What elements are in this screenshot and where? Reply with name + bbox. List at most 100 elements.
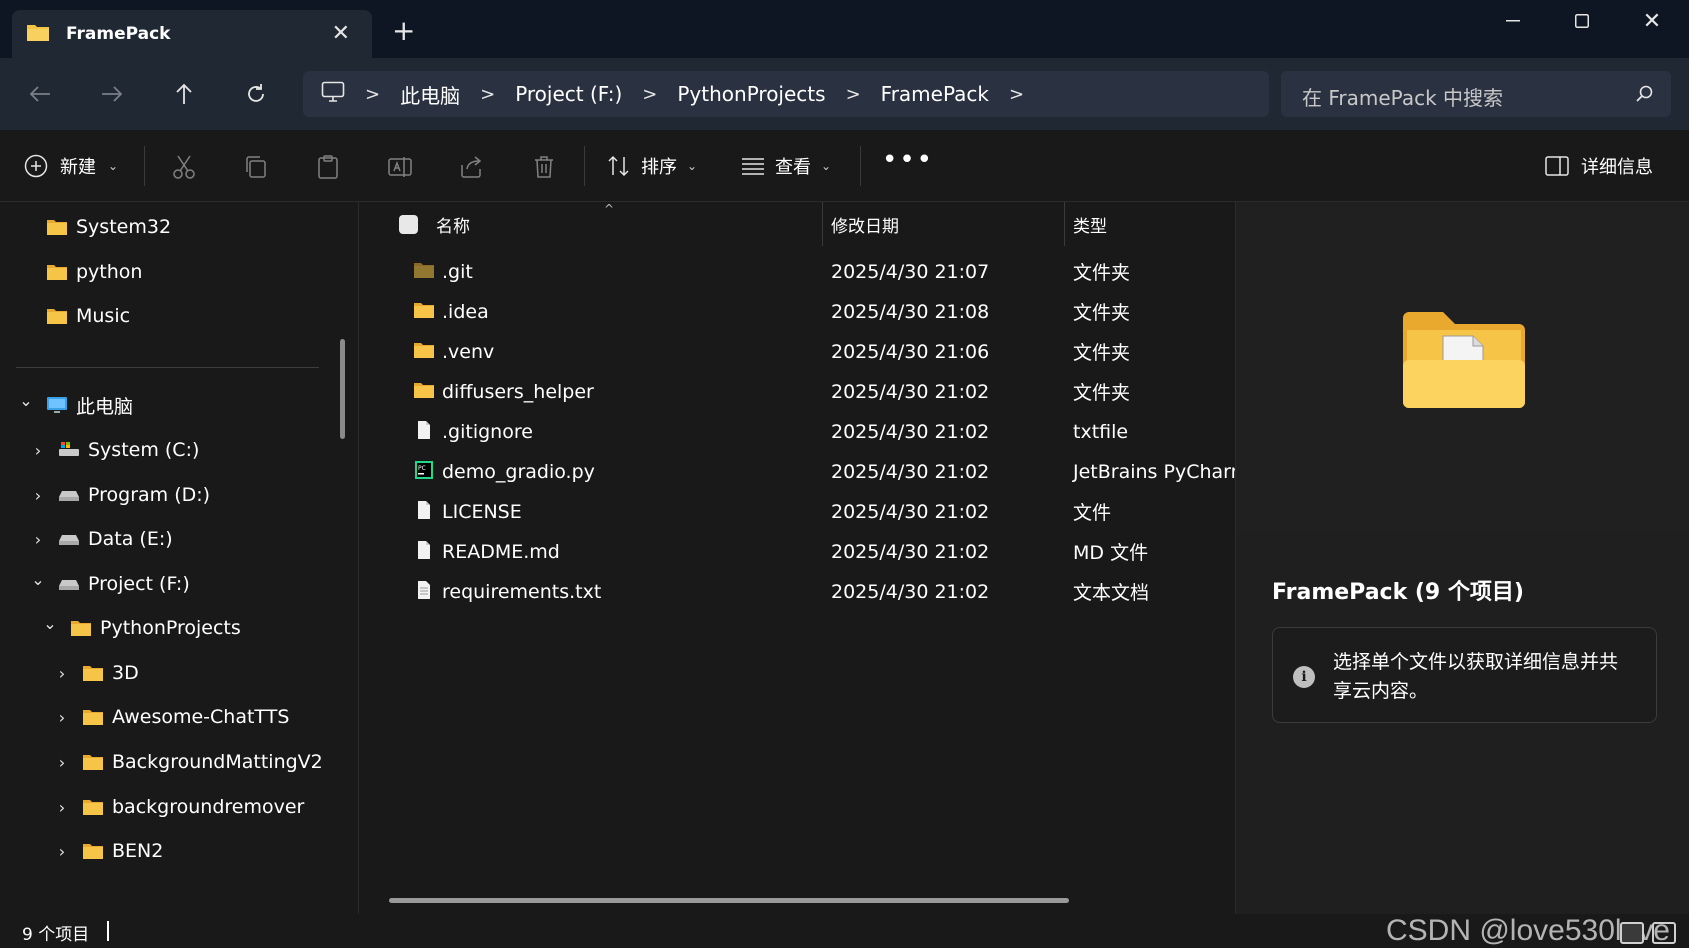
item-count: 9 个项目: [22, 925, 90, 945]
column-header-name[interactable]: 名称: [436, 212, 470, 237]
sidebar-item[interactable]: ⌄ Project (F:): [28, 564, 189, 604]
breadcrumb-separator[interactable]: >: [642, 84, 657, 105]
paste-icon[interactable]: [315, 154, 341, 180]
sidebar-item-label: BEN2: [112, 840, 164, 862]
maximize-icon: [1575, 14, 1589, 28]
computer-icon[interactable]: [321, 81, 345, 107]
new-tab-button[interactable]: +: [392, 16, 415, 46]
sidebar-item[interactable]: System32: [46, 207, 171, 247]
back-button[interactable]: [20, 74, 60, 114]
delete-icon[interactable]: [531, 154, 557, 180]
sidebar-item[interactable]: › BEN2: [52, 831, 164, 871]
sidebar-item[interactable]: › backgroundremover: [52, 787, 305, 827]
cell-name: requirements.txt: [442, 580, 602, 603]
table-row[interactable]: .git 2025/4/30 21:07 文件夹: [359, 250, 1236, 293]
maximize-button[interactable]: [1557, 6, 1607, 36]
view-button[interactable]: 查看 ⌄: [741, 150, 831, 182]
sidebar-item[interactable]: › Program (D:): [28, 475, 210, 515]
sidebar-item[interactable]: python: [46, 252, 142, 292]
sort-button[interactable]: 排序 ⌄: [607, 150, 697, 182]
sidebar-item[interactable]: › Awesome-ChatTTS: [52, 697, 290, 737]
horizontal-scrollbar[interactable]: [389, 898, 1069, 903]
chevron-down-icon[interactable]: ⌄: [40, 614, 60, 633]
breadcrumb-separator[interactable]: >: [1009, 84, 1024, 105]
chevron-down-icon[interactable]: ⌄: [28, 570, 48, 589]
table-row[interactable]: LICENSE 2025/4/30 21:02 文件: [359, 490, 1236, 533]
chevron-right-icon[interactable]: ›: [52, 708, 72, 727]
column-separator[interactable]: [822, 202, 823, 246]
table-row[interactable]: requirements.txt 2025/4/30 21:02 文本文档: [359, 570, 1236, 613]
folder-icon: [414, 343, 434, 358]
table-row[interactable]: .gitignore 2025/4/30 21:02 txtfile: [359, 410, 1236, 453]
folder-icon: [413, 380, 435, 404]
cut-icon[interactable]: [171, 154, 197, 180]
new-button[interactable]: 新建 ⌄: [24, 150, 118, 182]
details-view-toggle[interactable]: [1620, 922, 1644, 944]
copy-icon[interactable]: [243, 154, 269, 180]
sidebar-item[interactable]: ⌄ 此电脑: [16, 385, 133, 425]
minimize-button[interactable]: [1488, 6, 1538, 36]
select-all-checkbox[interactable]: [399, 215, 418, 234]
column-separator[interactable]: [1064, 202, 1065, 246]
search-icon[interactable]: [1635, 84, 1655, 108]
breadcrumb-separator[interactable]: >: [480, 84, 495, 105]
sidebar-item[interactable]: › BackgroundMattingV2: [52, 742, 323, 782]
table-row[interactable]: diffusers_helper 2025/4/30 21:02 文件夹: [359, 370, 1236, 413]
table-row[interactable]: README.md 2025/4/30 21:02 MD 文件: [359, 530, 1236, 573]
cell-name: .idea: [442, 300, 489, 323]
close-window-button[interactable]: ✕: [1627, 6, 1677, 36]
address-bar[interactable]: > 此电脑 > Project (F:) > PythonProjects > …: [303, 71, 1269, 117]
chevron-right-icon[interactable]: ›: [28, 441, 48, 460]
chevron-right-icon[interactable]: ›: [28, 530, 48, 549]
cell-type: 文件夹: [1073, 302, 1131, 324]
breadcrumb-separator[interactable]: >: [365, 84, 380, 105]
sidebar-item[interactable]: › Data (E:): [28, 519, 173, 559]
breadcrumb-this-pc[interactable]: 此电脑: [400, 80, 460, 109]
column-header-date[interactable]: 修改日期: [831, 212, 899, 237]
sort-ascending-icon: ^: [604, 202, 615, 216]
breadcrumb-project-f[interactable]: Project (F:): [515, 82, 622, 106]
chevron-right-icon[interactable]: ›: [52, 753, 72, 772]
sidebar-item[interactable]: ⌄ PythonProjects: [40, 608, 241, 648]
sidebar-item-label: PythonProjects: [100, 617, 241, 639]
table-row[interactable]: .venv 2025/4/30 21:06 文件夹: [359, 330, 1236, 373]
sidebar-scrollbar[interactable]: [340, 339, 345, 439]
up-button[interactable]: [164, 74, 204, 114]
chevron-right-icon[interactable]: ›: [28, 486, 48, 505]
table-row[interactable]: PC demo_gradio.py 2025/4/30 21:02 JetBrains…: [359, 450, 1249, 493]
sidebar-item-label: Program (D:): [88, 484, 211, 506]
share-icon[interactable]: [459, 154, 485, 180]
breadcrumb-pythonprojects[interactable]: PythonProjects: [677, 82, 825, 106]
cell-date: 2025/4/30 21:02: [831, 460, 990, 483]
sidebar-item-label: BackgroundMattingV2: [112, 751, 323, 773]
chevron-down-icon: ⌄: [687, 159, 698, 173]
breadcrumb-separator[interactable]: >: [846, 84, 861, 105]
cell-name: README.md: [442, 540, 560, 563]
close-icon[interactable]: ✕: [332, 20, 350, 48]
tiles-view-toggle[interactable]: [1652, 922, 1676, 944]
sidebar-item[interactable]: › System (C:): [28, 430, 200, 470]
system-drive-icon: [59, 442, 79, 456]
chevron-down-icon[interactable]: ⌄: [16, 391, 36, 410]
sidebar-item[interactable]: › 3D: [52, 653, 139, 693]
rename-icon[interactable]: [387, 154, 413, 180]
command-divider: [860, 146, 861, 186]
search-placeholder: 在 FramePack 中搜索: [1302, 86, 1504, 110]
details-pane-label: 详细信息: [1581, 157, 1653, 178]
chevron-right-icon[interactable]: ›: [52, 664, 72, 683]
table-row[interactable]: .idea 2025/4/30 21:08 文件夹: [359, 290, 1236, 333]
column-header-type[interactable]: 类型: [1073, 212, 1107, 237]
search-input[interactable]: 在 FramePack 中搜索: [1281, 71, 1671, 117]
folder-icon: [47, 265, 67, 280]
column-header-row: 名称 ^ 修改日期 类型: [359, 202, 1236, 246]
more-options-button[interactable]: •••: [882, 144, 934, 176]
cell-type: 文本文档: [1073, 582, 1150, 604]
chevron-right-icon[interactable]: ›: [52, 842, 72, 861]
sidebar-item[interactable]: Music: [46, 296, 130, 336]
tab-framepack[interactable]: FramePack ✕: [12, 10, 372, 58]
breadcrumb-framepack[interactable]: FramePack: [881, 82, 989, 106]
refresh-button[interactable]: [236, 74, 276, 114]
details-pane-button[interactable]: 详细信息: [1545, 150, 1653, 182]
forward-button[interactable]: [92, 74, 132, 114]
chevron-right-icon[interactable]: ›: [52, 798, 72, 817]
